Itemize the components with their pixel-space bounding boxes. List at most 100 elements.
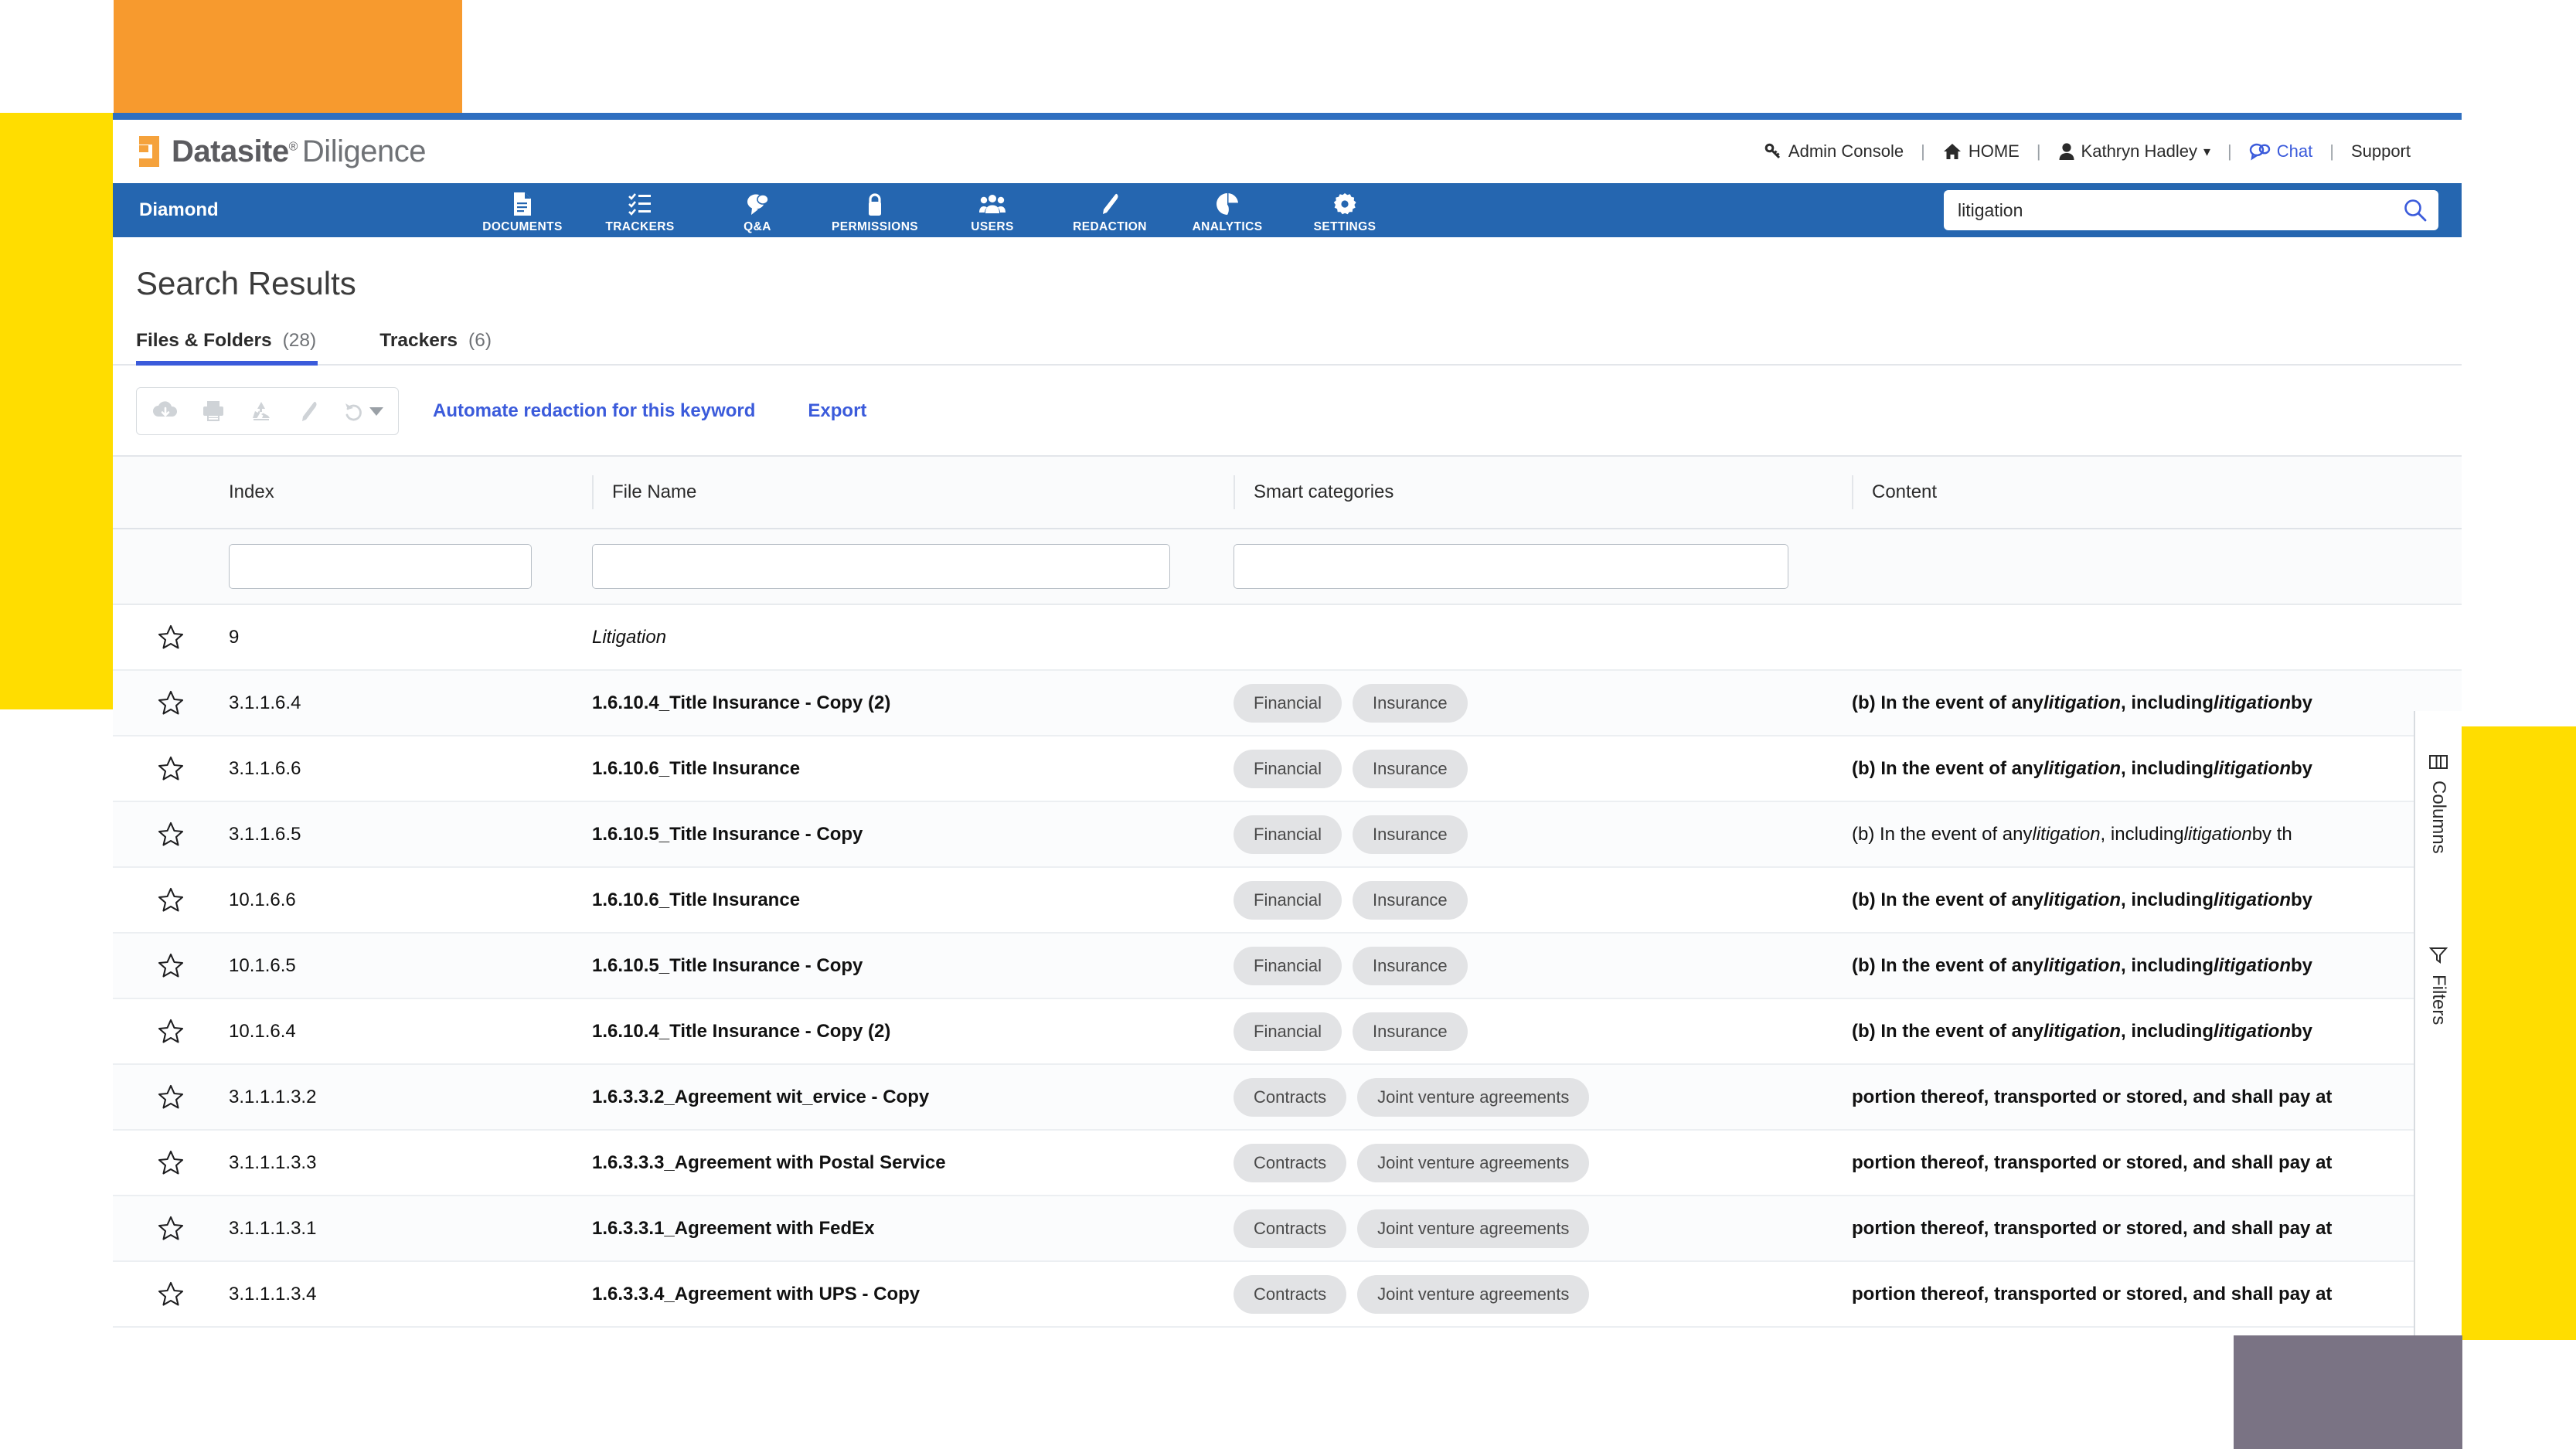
- cell-file-name[interactable]: 1.6.10.5_Title Insurance - Copy: [592, 955, 1234, 977]
- cell-smart-categories: Contracts Joint venture agreements: [1234, 1143, 1852, 1182]
- category-pill[interactable]: Insurance: [1353, 683, 1468, 723]
- category-pill[interactable]: Contracts: [1234, 1274, 1347, 1314]
- category-pill[interactable]: Contracts: [1234, 1077, 1347, 1117]
- cell-content: (b) In the event of any litigation , inc…: [1852, 954, 2312, 976]
- chat-label: Chat: [2276, 141, 2313, 161]
- cell-file-name[interactable]: 1.6.10.6_Title Insurance: [592, 889, 1234, 911]
- category-pill[interactable]: Insurance: [1353, 815, 1468, 854]
- table-row[interactable]: 3.1.1.6.4 1.6.10.4_Title Insurance - Copy…: [113, 671, 2462, 736]
- search-input[interactable]: [1958, 199, 2403, 221]
- category-pill[interactable]: Financial: [1234, 683, 1342, 723]
- favorite-star-icon[interactable]: [113, 887, 229, 913]
- nav-item-redaction[interactable]: REDACTION: [1051, 187, 1169, 234]
- column-header-smart-categories[interactable]: Smart categories: [1234, 474, 1852, 511]
- filter-smart-categories-input[interactable]: [1234, 544, 1788, 589]
- recycle-button[interactable]: [237, 388, 285, 434]
- funnel-icon: [2429, 947, 2448, 964]
- filter-file-name-input[interactable]: [592, 544, 1170, 589]
- category-pill[interactable]: Joint venture agreements: [1357, 1077, 1590, 1117]
- favorite-star-icon[interactable]: [113, 1281, 229, 1307]
- user-name-label: Kathryn Hadley: [2081, 141, 2197, 161]
- favorite-star-icon[interactable]: [113, 690, 229, 716]
- filters-panel-toggle[interactable]: Filters: [2428, 947, 2449, 1025]
- category-pill[interactable]: Insurance: [1353, 1012, 1468, 1051]
- column-header-index[interactable]: Index: [229, 474, 592, 511]
- table-row[interactable]: 10.1.6.6 1.6.10.6_Title Insurance Financia…: [113, 868, 2462, 934]
- cell-file-name[interactable]: 1.6.10.6_Title Insurance: [592, 758, 1234, 780]
- cell-file-name[interactable]: 1.6.10.5_Title Insurance - Copy: [592, 824, 1234, 845]
- category-pill[interactable]: Financial: [1234, 946, 1342, 985]
- table-row[interactable]: 3.1.1.6.5 1.6.10.5_Title Insurance - Copy…: [113, 802, 2462, 868]
- cell-index: 3.1.1.6.6: [229, 757, 301, 779]
- favorite-star-icon[interactable]: [113, 1216, 229, 1241]
- favorite-star-icon[interactable]: [113, 953, 229, 978]
- page-title: Search Results: [136, 265, 356, 301]
- nav-label-redaction: REDACTION: [1073, 219, 1147, 233]
- category-pill[interactable]: Insurance: [1353, 880, 1468, 920]
- table-row[interactable]: 3.1.1.6.6 1.6.10.6_Title Insurance Financi…: [113, 736, 2462, 802]
- export-link[interactable]: Export: [808, 400, 866, 422]
- home-link[interactable]: HOME: [1942, 141, 2020, 162]
- nav-item-qa[interactable]: Q&A: [699, 187, 816, 234]
- category-pill[interactable]: Joint venture agreements: [1357, 1274, 1590, 1314]
- cell-file-name[interactable]: 1.6.10.4_Title Insurance - Copy (2): [592, 692, 1234, 714]
- columns-panel-toggle[interactable]: Columns: [2428, 754, 2449, 854]
- nav-item-trackers[interactable]: TRACKERS: [581, 187, 699, 234]
- favorite-star-icon[interactable]: [113, 1150, 229, 1175]
- table-row[interactable]: 3.1.1.1.3.1 1.6.3.3.1_Agreement with FedE…: [113, 1196, 2462, 1262]
- undo-button[interactable]: [333, 388, 393, 434]
- favorite-star-icon[interactable]: [113, 624, 229, 650]
- automate-redaction-link[interactable]: Automate redaction for this keyword: [433, 400, 755, 422]
- table-row[interactable]: 10.1.6.4 1.6.10.4_Title Insurance - Copy …: [113, 999, 2462, 1065]
- cell-file-name[interactable]: 1.6.10.4_Title Insurance - Copy (2): [592, 1021, 1234, 1043]
- user-menu[interactable]: Kathryn Hadley ▾: [2058, 141, 2210, 162]
- nav-item-settings[interactable]: SETTINGS: [1286, 187, 1404, 234]
- category-pill[interactable]: Financial: [1234, 880, 1342, 920]
- category-pill[interactable]: Joint venture agreements: [1357, 1143, 1590, 1182]
- category-pill[interactable]: Financial: [1234, 815, 1342, 854]
- filter-index-input[interactable]: [229, 544, 532, 589]
- column-header-file-name[interactable]: File Name: [592, 474, 1234, 511]
- table-row[interactable]: 3.1.1.1.3.3 1.6.3.3.3_Agreement with Post…: [113, 1131, 2462, 1196]
- nav-item-analytics[interactable]: ANALYTICS: [1169, 187, 1286, 234]
- category-pill[interactable]: Insurance: [1353, 946, 1468, 985]
- speech-bubble-icon: [746, 192, 769, 216]
- tab-files-and-folders[interactable]: Files & Folders (28): [136, 330, 349, 366]
- nav-item-documents[interactable]: DOCUMENTS: [464, 187, 581, 234]
- tab-trackers[interactable]: Trackers (6): [379, 330, 524, 364]
- category-pill[interactable]: Financial: [1234, 749, 1342, 788]
- cell-file-name[interactable]: Litigation: [592, 627, 1234, 648]
- cell-file-name[interactable]: 1.6.3.3.2_Agreement wit_ervice - Copy: [592, 1087, 1234, 1108]
- search-icon[interactable]: [2403, 198, 2428, 223]
- admin-console-link[interactable]: Admin Console: [1764, 141, 1904, 162]
- favorite-star-icon[interactable]: [113, 1019, 229, 1044]
- cell-file-name[interactable]: 1.6.3.3.1_Agreement with FedEx: [592, 1218, 1234, 1240]
- table-row[interactable]: 3.1.1.1.3.4 1.6.3.3.4_Agreement with UPS …: [113, 1262, 2462, 1328]
- category-pill[interactable]: Contracts: [1234, 1143, 1347, 1182]
- datasite-logo[interactable]: Datasite® Diligence: [139, 134, 426, 169]
- datasite-logo-icon: [139, 136, 165, 167]
- support-link[interactable]: Support: [2351, 141, 2411, 162]
- chat-link[interactable]: Chat: [2249, 141, 2312, 162]
- table-row[interactable]: 3.1.1.1.3.2 1.6.3.3.2_Agreement wit_ervic…: [113, 1065, 2462, 1131]
- favorite-star-icon[interactable]: [113, 756, 229, 781]
- favorite-star-icon[interactable]: [113, 1084, 229, 1110]
- category-pill[interactable]: Insurance: [1353, 749, 1468, 788]
- search-box[interactable]: [1944, 190, 2438, 230]
- redact-pen-button[interactable]: [285, 388, 333, 434]
- print-button[interactable]: [189, 388, 237, 434]
- nav-item-users[interactable]: USERS: [934, 187, 1051, 234]
- column-header-content[interactable]: Content: [1852, 474, 2462, 511]
- cell-index: 10.1.6.4: [229, 1020, 296, 1042]
- category-pill[interactable]: Joint venture agreements: [1357, 1209, 1590, 1248]
- table-row[interactable]: 9 Litigation: [113, 605, 2462, 671]
- separator-2: |: [2036, 141, 2041, 161]
- cell-file-name[interactable]: 1.6.3.3.4_Agreement with UPS - Copy: [592, 1284, 1234, 1305]
- nav-item-permissions[interactable]: PERMISSIONS: [816, 187, 934, 234]
- category-pill[interactable]: Contracts: [1234, 1209, 1347, 1248]
- cell-file-name[interactable]: 1.6.3.3.3_Agreement with Postal Service: [592, 1152, 1234, 1174]
- favorite-star-icon[interactable]: [113, 821, 229, 847]
- download-button[interactable]: [141, 388, 189, 434]
- category-pill[interactable]: Financial: [1234, 1012, 1342, 1051]
- table-row[interactable]: 10.1.6.5 1.6.10.5_Title Insurance - Copy F…: [113, 934, 2462, 999]
